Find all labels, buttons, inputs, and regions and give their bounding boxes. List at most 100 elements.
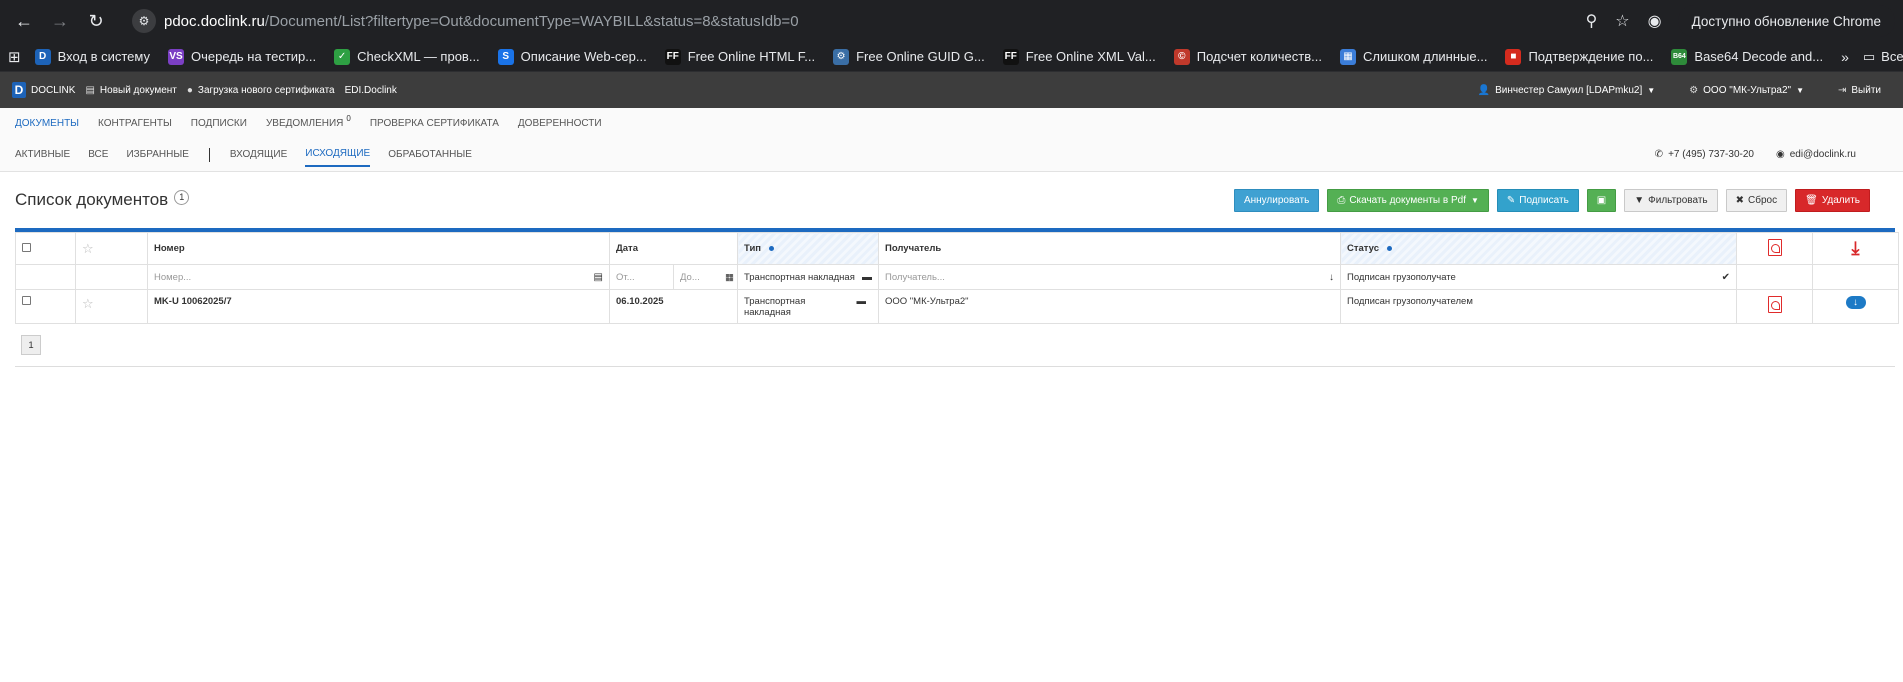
bookmark-star-icon[interactable]: ☆ xyxy=(1615,11,1629,31)
user-icon: 👤 xyxy=(1477,84,1491,96)
doclink-logo[interactable]: D DOCLINK xyxy=(12,82,75,98)
cell-number[interactable]: MK-U 10062025/7 xyxy=(147,289,610,324)
tab-documents[interactable]: Документы xyxy=(15,118,79,129)
tab-outgoing[interactable]: Исходящие xyxy=(305,142,371,167)
table-row[interactable]: ☆ MK-U 10062025/7 06.10.2025 Транспортна… xyxy=(15,289,1899,324)
favorite-header: ☆ xyxy=(75,232,148,265)
bookmark-item[interactable]: FF Free Online HTML F... xyxy=(664,48,815,65)
bookmark-label: Подтверждение по... xyxy=(1528,49,1654,64)
bookmark-label: Free Online XML Val... xyxy=(1025,49,1156,64)
all-bookmarks-folder[interactable]: ▭ Все закладки xyxy=(1863,49,1903,65)
certificate-icon: ● xyxy=(186,84,193,96)
back-icon[interactable]: ← xyxy=(8,5,40,37)
column-header-type[interactable]: Тип xyxy=(737,232,879,265)
tab-notifications[interactable]: Уведомления 0 xyxy=(266,114,351,129)
folder-icon[interactable]: ▬ xyxy=(862,272,872,283)
sort-indicator-icon xyxy=(1387,245,1393,251)
forward-icon[interactable]: → xyxy=(44,5,76,37)
bookmark-item[interactable]: VS Очередь на тестир... xyxy=(168,48,317,65)
check-icon[interactable]: ✔ xyxy=(1722,272,1730,283)
tab-contractors[interactable]: Контрагенты xyxy=(98,118,172,129)
site-info-icon[interactable]: ⚙ xyxy=(132,9,156,33)
chrome-update-button[interactable]: Доступно обновление Chrome xyxy=(1677,5,1895,37)
pdf-icon[interactable] xyxy=(1767,238,1782,256)
address-bar[interactable]: ⚙ pdoc.doclink.ru/Document/List?filterty… xyxy=(122,4,1586,38)
export-excel-button[interactable]: ▣ xyxy=(1586,188,1617,212)
bookmark-favicon-icon: D xyxy=(34,48,51,65)
tab-subscriptions[interactable]: Подписки xyxy=(191,118,247,129)
bookmark-item[interactable]: © Подсчет количеств... xyxy=(1173,48,1322,65)
organization-menu[interactable]: ⚙ ООО "МК-Ультра2" ▼ xyxy=(1689,85,1804,96)
tab-active[interactable]: Активные xyxy=(15,143,70,166)
column-header-number[interactable]: Номер xyxy=(147,232,610,265)
zoom-icon[interactable]: ⚲ xyxy=(1586,11,1598,31)
phone-contact: ✆ +7 (495) 737-30-20 xyxy=(1654,149,1754,160)
recipient-filter-input[interactable]: Получатель... ↓ xyxy=(879,265,1340,289)
new-document-link[interactable]: ▤ Новый документ xyxy=(85,85,176,96)
documents-grid: ☆ Номер Дата Тип Получатель Статус ⤓ Ном… xyxy=(15,228,1899,367)
column-header-recipient[interactable]: Получатель xyxy=(878,232,1341,265)
profile-icon[interactable]: ◉ xyxy=(1648,11,1662,31)
arrow-down-icon[interactable]: ↓ xyxy=(1329,272,1334,283)
browser-toolbar: ← → ↻ ⚙ pdoc.doclink.ru/Document/List?fi… xyxy=(0,0,1903,42)
delete-button[interactable]: 🗑 Удалить xyxy=(1795,188,1870,212)
bookmark-favicon-icon: ✓ xyxy=(334,48,351,65)
row-checkbox[interactable] xyxy=(22,296,31,305)
bookmark-label: Очередь на тестир... xyxy=(191,49,317,64)
reload-icon[interactable]: ↻ xyxy=(80,5,112,37)
calendar-icon[interactable]: ▦ xyxy=(725,272,734,283)
more-bookmarks-icon[interactable]: » xyxy=(1841,49,1849,65)
folder-icon[interactable]: ▬ xyxy=(857,296,867,318)
bookmark-item[interactable]: S Описание Web-сер... xyxy=(497,48,647,65)
bookmark-item[interactable]: ▦ Слишком длинные... xyxy=(1339,48,1487,65)
bookmark-item[interactable]: B64 Base64 Decode and... xyxy=(1671,48,1824,65)
download-pdf-button[interactable]: ⎙ Скачать документы в Pdf ▼ xyxy=(1327,188,1489,212)
column-header-date[interactable]: Дата xyxy=(609,232,738,265)
apps-grid-icon[interactable]: ⊞ xyxy=(8,48,21,66)
tab-incoming[interactable]: Входящие xyxy=(230,143,287,166)
bookmark-favicon-icon: ■ xyxy=(1505,48,1522,65)
bookmark-label: Base64 Decode and... xyxy=(1694,49,1824,64)
pdf-icon[interactable] xyxy=(1767,296,1782,313)
filter-button[interactable]: ▼ Фильтровать xyxy=(1624,188,1718,212)
star-icon[interactable]: ☆ xyxy=(82,241,94,256)
tab-favorites[interactable]: Избранные xyxy=(126,143,188,166)
annul-button[interactable]: Аннулировать xyxy=(1233,188,1320,212)
bookmark-item[interactable]: D Вход в систему xyxy=(34,48,150,65)
cloud-download-icon[interactable]: ↓ xyxy=(1845,296,1866,309)
select-all-checkbox[interactable] xyxy=(22,242,31,252)
bookmark-favicon-icon: ⚙ xyxy=(833,48,850,65)
type-filter-select[interactable]: Транспортная накладная ▬ xyxy=(738,265,878,289)
download-all-icon[interactable]: ⤓ xyxy=(1852,238,1860,258)
logout-link[interactable]: ⇥ Выйти xyxy=(1838,85,1881,96)
reset-button[interactable]: ✖ Сброс xyxy=(1725,188,1788,212)
tab-all[interactable]: Все xyxy=(88,143,108,166)
gear-icon: ⚙ xyxy=(1689,84,1699,96)
status-filter-select[interactable]: Подписан грузополучате ✔ xyxy=(1341,265,1736,289)
sign-button[interactable]: ✎ Подписать xyxy=(1496,188,1579,212)
date-from-input[interactable]: От... xyxy=(610,265,674,289)
edi-doclink-link[interactable]: EDI.Doclink xyxy=(345,85,397,96)
tab-powers-of-attorney[interactable]: Доверенности xyxy=(518,118,602,129)
bookmark-item[interactable]: ⚙ Free Online GUID G... xyxy=(833,48,985,65)
trash-icon: 🗑 xyxy=(1805,194,1818,206)
tab-certificate-check[interactable]: Проверка сертификата xyxy=(370,118,499,129)
sub-nav: Активные Все Избранные Входящие Исходящи… xyxy=(0,138,1903,172)
email-contact[interactable]: ◉ edi@doclink.ru xyxy=(1776,149,1856,160)
logout-icon: ⇥ xyxy=(1838,84,1847,96)
bookmark-favicon-icon: FF xyxy=(1002,48,1019,65)
user-menu[interactable]: 👤 Винчестер Самуил [LDAPmku2] ▼ xyxy=(1478,85,1656,96)
date-to-input[interactable]: До... ▦ xyxy=(674,265,737,289)
bookmark-item[interactable]: ✓ CheckXML — пров... xyxy=(334,48,480,65)
star-icon[interactable]: ☆ xyxy=(82,296,94,311)
column-header-status[interactable]: Статус xyxy=(1340,232,1737,265)
bookmark-item[interactable]: ■ Подтверждение по... xyxy=(1505,48,1654,65)
excel-icon: ▣ xyxy=(1596,194,1607,206)
page-button[interactable]: 1 xyxy=(21,335,41,355)
upload-certificate-link[interactable]: ● Загрузка нового сертификата xyxy=(187,85,335,96)
number-filter-input[interactable]: Номер... ▤ xyxy=(148,265,609,289)
list-icon[interactable]: ▤ xyxy=(594,272,603,283)
chevron-down-icon: ▼ xyxy=(1647,85,1656,95)
bookmark-item[interactable]: FF Free Online XML Val... xyxy=(1002,48,1156,65)
tab-processed[interactable]: Обработанные xyxy=(388,143,472,166)
